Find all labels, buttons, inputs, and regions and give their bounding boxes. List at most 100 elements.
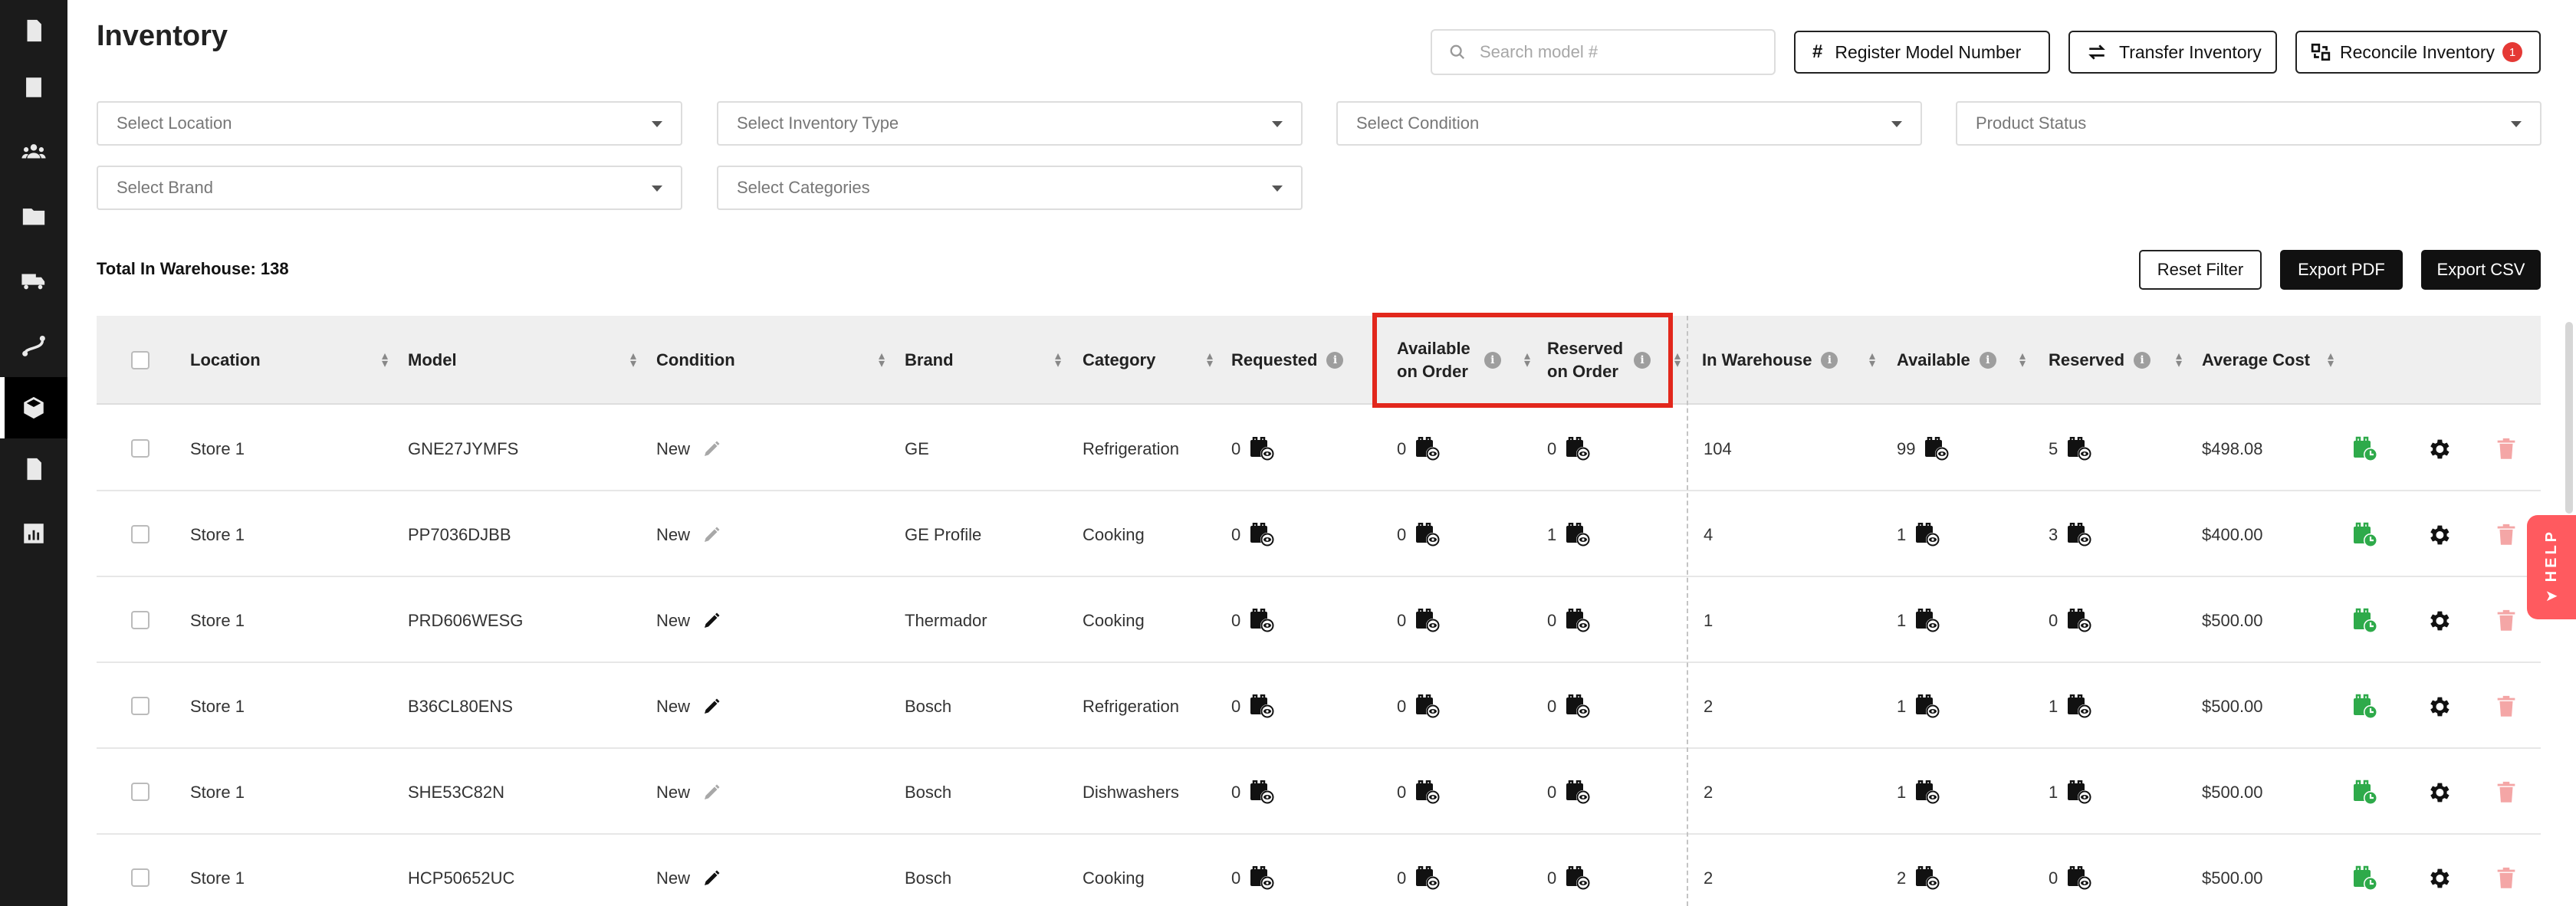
view-bin-icon[interactable] [1406, 694, 1441, 719]
condition-select[interactable]: Select Condition [1336, 101, 1922, 146]
view-bin-icon[interactable] [1556, 436, 1592, 461]
trash-icon[interactable] [2493, 750, 2519, 835]
view-bin-icon[interactable] [1240, 865, 1276, 891]
edit-pencil-icon[interactable] [690, 698, 721, 716]
register-model-button[interactable]: # Register Model Number [1794, 31, 2050, 74]
sort-brand-icon[interactable]: ▴ ▾ [1055, 350, 1061, 370]
view-bin-icon[interactable] [1906, 780, 1941, 805]
table-row[interactable]: Store 1 PP7036DJBB New GE Profile Cookin… [97, 492, 2541, 577]
view-bin-icon[interactable] [1906, 608, 1941, 633]
view-bin-icon[interactable] [1915, 436, 1950, 461]
sidebar-item-documents[interactable] [0, 438, 67, 500]
column-in-warehouse[interactable]: In Warehouse i [1702, 316, 1838, 405]
sort-available-icon[interactable]: ▴ ▾ [2019, 350, 2026, 370]
edit-pencil-icon[interactable] [690, 869, 721, 888]
view-bin-icon[interactable] [1406, 522, 1441, 547]
export-pdf-button[interactable]: Export PDF [2280, 250, 2403, 290]
row-checkbox[interactable] [131, 783, 150, 801]
view-bin-icon[interactable] [1556, 694, 1592, 719]
view-bin-icon[interactable] [1240, 522, 1276, 547]
row-checkbox[interactable] [131, 868, 150, 887]
sidebar-item-files[interactable] [0, 185, 67, 247]
reset-filter-button[interactable]: Reset Filter [2139, 250, 2262, 290]
view-bin-icon[interactable] [1556, 608, 1592, 633]
view-bin-icon[interactable] [1406, 865, 1441, 891]
sort-condition-icon[interactable]: ▴ ▾ [879, 350, 885, 370]
location-select[interactable]: Select Location [97, 101, 682, 146]
view-bin-icon[interactable] [2058, 865, 2093, 891]
table-row[interactable]: Store 1 B36CL80ENS New Bosch Refrigerati… [97, 664, 2541, 749]
row-checkbox[interactable] [131, 525, 150, 543]
transfer-inventory-button[interactable]: Transfer Inventory [2068, 31, 2277, 74]
sidebar-item-inventory[interactable] [0, 377, 67, 438]
gear-icon[interactable] [2426, 750, 2452, 835]
trash-icon[interactable] [2493, 406, 2519, 491]
table-row[interactable]: Store 1 HCP50652UC New Bosch Cooking 0 0… [97, 835, 2541, 906]
edit-pencil-icon[interactable] [690, 612, 721, 630]
column-average-cost[interactable]: Average Cost [2202, 316, 2310, 405]
trash-icon[interactable] [2493, 664, 2519, 749]
view-bin-icon[interactable] [1406, 608, 1441, 633]
select-all-checkbox[interactable] [131, 351, 150, 369]
column-requested[interactable]: Requested i [1231, 316, 1344, 405]
view-bin-icon[interactable] [1556, 522, 1592, 547]
info-icon[interactable]: i [1979, 352, 1996, 369]
table-row[interactable]: Store 1 PRD606WESG New Thermador Cooking… [97, 578, 2541, 663]
search-input[interactable] [1480, 42, 1756, 62]
sidebar-item-deliveries[interactable] [0, 250, 67, 311]
column-available[interactable]: Available i [1897, 316, 1996, 405]
gear-icon[interactable] [2426, 578, 2452, 663]
history-icon[interactable] [2352, 750, 2378, 835]
sidebar-item-users[interactable] [0, 121, 67, 182]
history-icon[interactable] [2352, 578, 2378, 663]
sort-category-icon[interactable]: ▴ ▾ [1207, 350, 1213, 370]
column-category[interactable]: Category [1083, 316, 1155, 405]
view-bin-icon[interactable] [1906, 694, 1941, 719]
gear-icon[interactable] [2426, 664, 2452, 749]
sidebar-item-invoices[interactable] [0, 0, 67, 61]
product-status-select[interactable]: Product Status [1956, 101, 2542, 146]
view-bin-icon[interactable] [1556, 865, 1592, 891]
column-location[interactable]: Location [190, 316, 261, 405]
edit-pencil-icon[interactable] [690, 526, 721, 544]
table-row[interactable]: Store 1 SHE53C82N New Bosch Dishwashers … [97, 750, 2541, 835]
view-bin-icon[interactable] [2058, 436, 2093, 461]
view-bin-icon[interactable] [1906, 865, 1941, 891]
view-bin-icon[interactable] [1240, 436, 1276, 461]
view-bin-icon[interactable] [2058, 522, 2093, 547]
info-icon[interactable]: i [2134, 352, 2151, 369]
sort-reserved-icon[interactable]: ▴ ▾ [2176, 350, 2182, 370]
view-bin-icon[interactable] [2058, 608, 2093, 633]
view-bin-icon[interactable] [1240, 780, 1276, 805]
trash-icon[interactable] [2493, 578, 2519, 663]
column-reserved[interactable]: Reserved i [2049, 316, 2151, 405]
sidebar-item-ledger[interactable] [0, 57, 67, 118]
sort-in-warehouse-icon[interactable]: ▴ ▾ [1869, 350, 1875, 370]
history-icon[interactable] [2352, 835, 2378, 906]
column-brand[interactable]: Brand [905, 316, 954, 405]
sidebar-item-reports[interactable] [0, 503, 67, 564]
history-icon[interactable] [2352, 664, 2378, 749]
view-bin-icon[interactable] [1240, 694, 1276, 719]
column-model[interactable]: Model [408, 316, 457, 405]
view-bin-icon[interactable] [1406, 436, 1441, 461]
trash-icon[interactable] [2493, 492, 2519, 577]
gear-icon[interactable] [2426, 406, 2452, 491]
view-bin-icon[interactable] [1406, 780, 1441, 805]
view-bin-icon[interactable] [1240, 608, 1276, 633]
search-box[interactable] [1431, 29, 1776, 75]
edit-pencil-icon[interactable] [690, 440, 721, 458]
export-csv-button[interactable]: Export CSV [2421, 250, 2541, 290]
edit-pencil-icon[interactable] [690, 783, 721, 802]
sort-average-cost-icon[interactable]: ▴ ▾ [2328, 350, 2334, 370]
sort-model-icon[interactable]: ▴ ▾ [630, 350, 636, 370]
row-checkbox[interactable] [131, 611, 150, 629]
info-icon[interactable]: i [1326, 352, 1344, 369]
inventory-type-select[interactable]: Select Inventory Type [717, 101, 1303, 146]
view-bin-icon[interactable] [2058, 694, 2093, 719]
sort-location-icon[interactable]: ▴ ▾ [382, 350, 388, 370]
trash-icon[interactable] [2493, 835, 2519, 906]
help-button[interactable]: HELP ➤ [2527, 515, 2576, 619]
view-bin-icon[interactable] [1556, 780, 1592, 805]
sort-reserved-on-order-icon[interactable]: ▴ ▾ [1674, 350, 1681, 370]
